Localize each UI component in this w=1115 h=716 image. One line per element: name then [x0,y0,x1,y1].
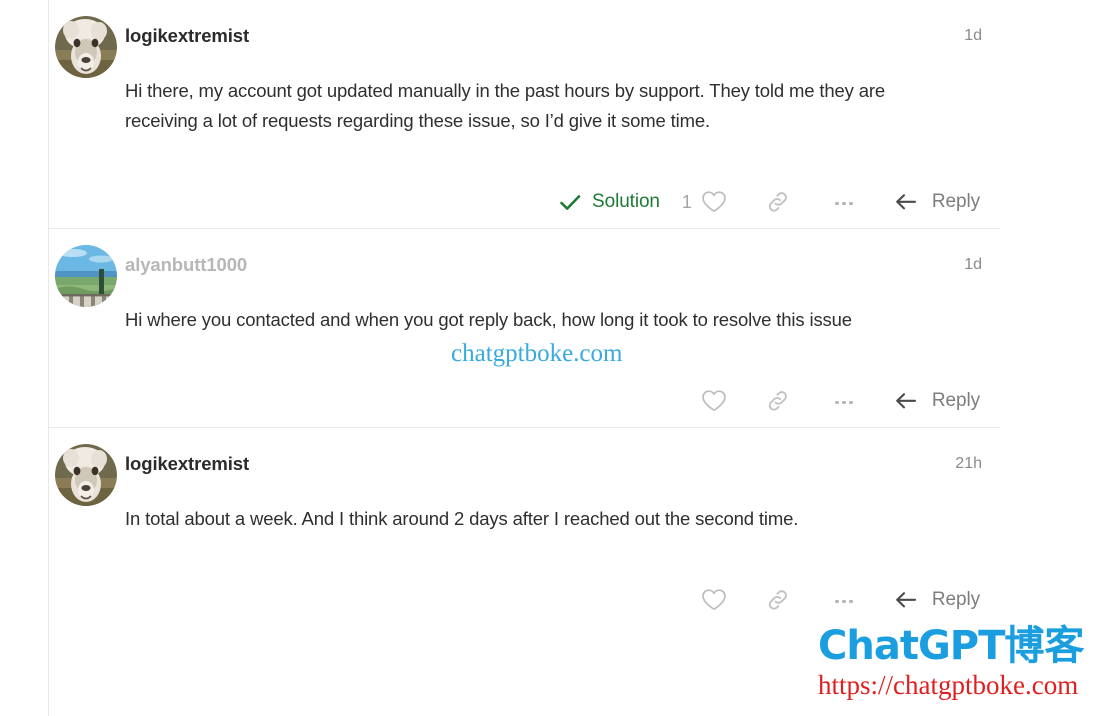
like-button[interactable]: 1 [682,190,727,214]
ellipsis-icon [835,386,853,416]
comment-username[interactable]: alyanbutt1000 [125,251,247,279]
comment-post: logikextremist 21h In total about a week… [49,427,1000,626]
comment-timestamp: 1d [964,256,982,273]
reply-label: Reply [931,191,980,212]
comment-actions: Solution 1 Reply [125,176,1000,228]
ellipsis-icon [835,187,853,217]
avatar[interactable] [55,245,117,307]
alpaca-photo-icon [55,16,117,78]
comment-timestamp: 21h [955,455,982,472]
like-count: 1 [681,191,692,212]
copy-link-button[interactable] [763,187,793,217]
link-icon [768,391,787,411]
watermark-brand-cn: 博客 [1004,623,1085,669]
link-icon [768,192,787,212]
heart-icon [702,191,726,213]
solution-label: Solution [592,191,660,212]
comment-actions: Reply [125,375,1000,427]
copy-link-button[interactable] [763,585,793,615]
comment-body: In total about a week. And I think aroun… [125,508,799,529]
comment-username[interactable]: logikextremist [125,450,249,478]
heart-icon [702,390,726,412]
comment-header: logikextremist 21h [125,450,1000,480]
forum-thread-screen: logikextremist 1d Hi there, my account g… [0,0,1115,716]
comment-timestamp: 1d [964,27,982,44]
reply-button[interactable]: Reply [895,191,980,213]
link-icon [768,590,787,610]
alpaca-photo-icon [55,444,117,506]
reply-arrow-icon [896,393,916,409]
seaside-photo-icon [55,245,117,307]
like-button[interactable] [701,389,727,413]
reply-arrow-icon [896,592,916,608]
comment-post: alyanbutt1000 1d Hi where you contacted … [49,228,1000,427]
reply-button[interactable]: Reply [895,390,980,412]
reply-arrow-icon [896,194,916,210]
reply-button[interactable]: Reply [895,589,980,611]
comment-body: Hi where you contacted and when you got … [125,309,852,330]
comment-header: alyanbutt1000 1d [125,251,1000,281]
heart-icon [702,589,726,611]
reply-label: Reply [931,390,980,411]
ellipsis-icon [835,585,853,615]
solution-badge[interactable]: Solution [560,191,660,213]
comment-actions: Reply [125,574,1000,626]
reply-label: Reply [931,589,980,610]
like-button[interactable] [701,588,727,612]
comment-header: logikextremist 1d [125,22,1000,52]
more-options-button[interactable] [829,187,859,217]
avatar[interactable] [55,444,117,506]
comment-post: logikextremist 1d Hi there, my account g… [49,0,1000,228]
more-options-button[interactable] [829,585,859,615]
comment-username[interactable]: logikextremist [125,22,249,50]
comment-thread: logikextremist 1d Hi there, my account g… [48,0,1000,716]
avatar[interactable] [55,16,117,78]
check-icon [560,194,581,210]
more-options-button[interactable] [829,386,859,416]
comment-body: Hi there, my account got updated manuall… [125,80,886,131]
copy-link-button[interactable] [763,386,793,416]
